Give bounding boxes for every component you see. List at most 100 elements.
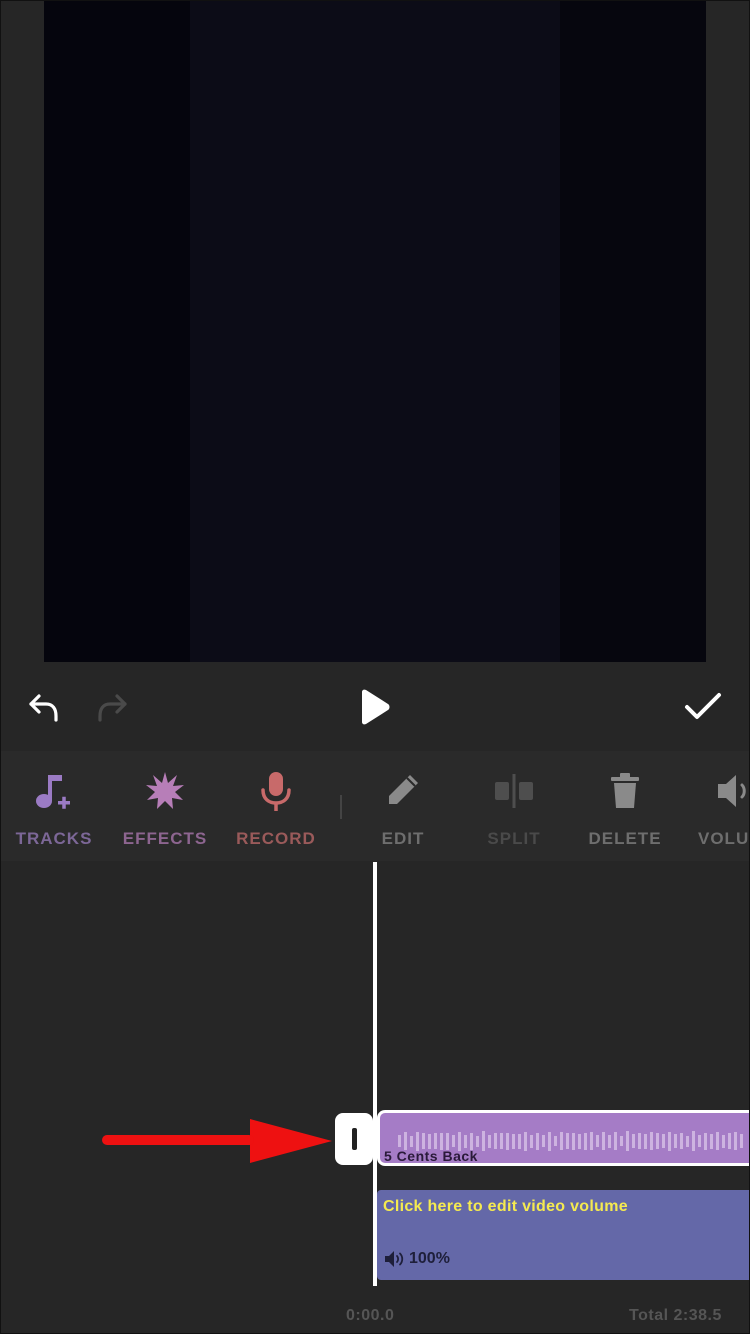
pencil-icon <box>389 775 418 804</box>
tool-record[interactable]: RECORD <box>221 767 331 849</box>
waveform-bar <box>422 1133 425 1149</box>
waveform-bar <box>692 1131 695 1151</box>
waveform-bar <box>590 1132 593 1150</box>
waveform-bar <box>524 1131 527 1151</box>
video-preview[interactable] <box>44 0 706 662</box>
tool-volume[interactable]: VOLU <box>681 767 750 849</box>
music-note-plus-icon <box>36 775 70 809</box>
waveform-bar <box>638 1133 641 1149</box>
tool-split[interactable]: SPLIT <box>459 767 569 849</box>
preview-right-band <box>560 0 706 662</box>
trim-grip <box>352 1128 357 1150</box>
video-volume-value: 100% <box>409 1250 450 1267</box>
split-icon <box>495 774 533 808</box>
waveform-bar <box>440 1132 443 1150</box>
waveform-bar <box>584 1132 587 1150</box>
tool-volume-label: VOLU <box>698 829 750 848</box>
tool-tracks-label: TRACKS <box>15 829 93 848</box>
audio-trim-handle[interactable] <box>335 1113 373 1165</box>
tool-record-label: RECORD <box>236 829 316 848</box>
waveform-bar <box>572 1132 575 1150</box>
waveform-bar <box>482 1131 485 1151</box>
tool-tracks[interactable]: TRACKS <box>0 767 109 849</box>
waveform-bar <box>410 1135 413 1147</box>
playhead[interactable] <box>373 862 377 1286</box>
tool-edit-label: EDIT <box>381 829 425 848</box>
waveform-bar <box>734 1132 737 1150</box>
tool-edit[interactable]: EDIT <box>348 767 458 849</box>
tool-effects[interactable]: EFFECTS <box>110 767 220 849</box>
video-volume-hint: Click here to edit video volume <box>383 1198 628 1215</box>
waveform-bar <box>452 1135 455 1147</box>
waveform-bar <box>506 1132 509 1150</box>
waveform-bar <box>668 1131 671 1151</box>
microphone-icon <box>261 772 291 811</box>
redo-button[interactable] <box>90 687 134 727</box>
waveform-bar <box>530 1134 533 1148</box>
waveform-bar <box>608 1134 611 1148</box>
play-icon <box>362 689 390 725</box>
waveform-bar <box>602 1132 605 1150</box>
waveform-bar <box>470 1132 473 1150</box>
waveform-bar <box>620 1136 623 1146</box>
waveform-bar <box>686 1135 689 1147</box>
done-button[interactable] <box>680 687 726 727</box>
waveform-bar <box>542 1135 545 1147</box>
checkmark-icon <box>685 693 721 719</box>
trash-icon <box>611 773 639 808</box>
waveform-bar <box>662 1134 665 1148</box>
waveform-bar <box>716 1132 719 1150</box>
waveform-bar <box>428 1133 431 1149</box>
tool-effects-label: EFFECTS <box>122 829 208 848</box>
waveform-bar <box>674 1134 677 1148</box>
preview-left-band <box>44 0 190 662</box>
video-volume-clip[interactable]: Click here to edit video volume 100% <box>377 1190 750 1280</box>
tool-split-label: SPLIT <box>487 829 541 848</box>
waveform-bar <box>704 1132 707 1150</box>
tool-delete[interactable]: DELETE <box>570 767 680 849</box>
play-button[interactable] <box>352 685 396 729</box>
waveform-bar <box>476 1135 479 1147</box>
speaker-icon <box>718 775 746 807</box>
waveform-bar <box>710 1133 713 1149</box>
waveform-bar <box>398 1135 401 1147</box>
waveform-bar <box>464 1134 467 1148</box>
waveform-bar <box>740 1134 743 1148</box>
waveform-bar <box>680 1133 683 1149</box>
undo-button[interactable] <box>22 687 66 727</box>
waveform-bar <box>728 1133 731 1149</box>
waveform-bar <box>446 1132 449 1150</box>
waveform-bar <box>554 1136 557 1146</box>
current-time: 0:00.0 <box>346 1307 395 1324</box>
redo-arrow-icon <box>98 694 127 722</box>
audio-clip-name: 5 Cents Back <box>384 1148 478 1164</box>
undo-arrow-icon <box>29 694 58 722</box>
waveform-bar <box>566 1133 569 1149</box>
waveform-bar <box>494 1133 497 1149</box>
annotation-arrow <box>102 1119 332 1163</box>
starburst-icon <box>146 772 184 809</box>
waveform-bar <box>644 1133 647 1149</box>
waveform-bar <box>434 1133 437 1149</box>
tool-delete-label: DELETE <box>588 829 662 848</box>
waveform-bar <box>626 1131 629 1151</box>
waveform-bar <box>596 1135 599 1147</box>
waveform-bar <box>698 1135 701 1147</box>
audio-track-clip[interactable]: 5 Cents Back <box>377 1110 750 1166</box>
waveform-bar <box>488 1134 491 1148</box>
waveform-bar <box>722 1134 725 1148</box>
waveform-bar <box>512 1133 515 1149</box>
waveform-bar <box>656 1133 659 1149</box>
waveform-bar <box>500 1133 503 1149</box>
waveform-bar <box>560 1132 563 1150</box>
waveform-bar <box>650 1132 653 1150</box>
waveform-bar <box>632 1134 635 1148</box>
speaker-icon <box>385 1251 404 1267</box>
waveform-bar <box>536 1132 539 1150</box>
toolbar-divider <box>340 795 342 819</box>
waveform-bar <box>614 1132 617 1150</box>
total-duration: Total 2:38.5 <box>629 1307 722 1324</box>
video-volume-indicator: 100% <box>384 1250 450 1268</box>
waveform-bar <box>548 1131 551 1151</box>
waveform-bar <box>518 1133 521 1149</box>
